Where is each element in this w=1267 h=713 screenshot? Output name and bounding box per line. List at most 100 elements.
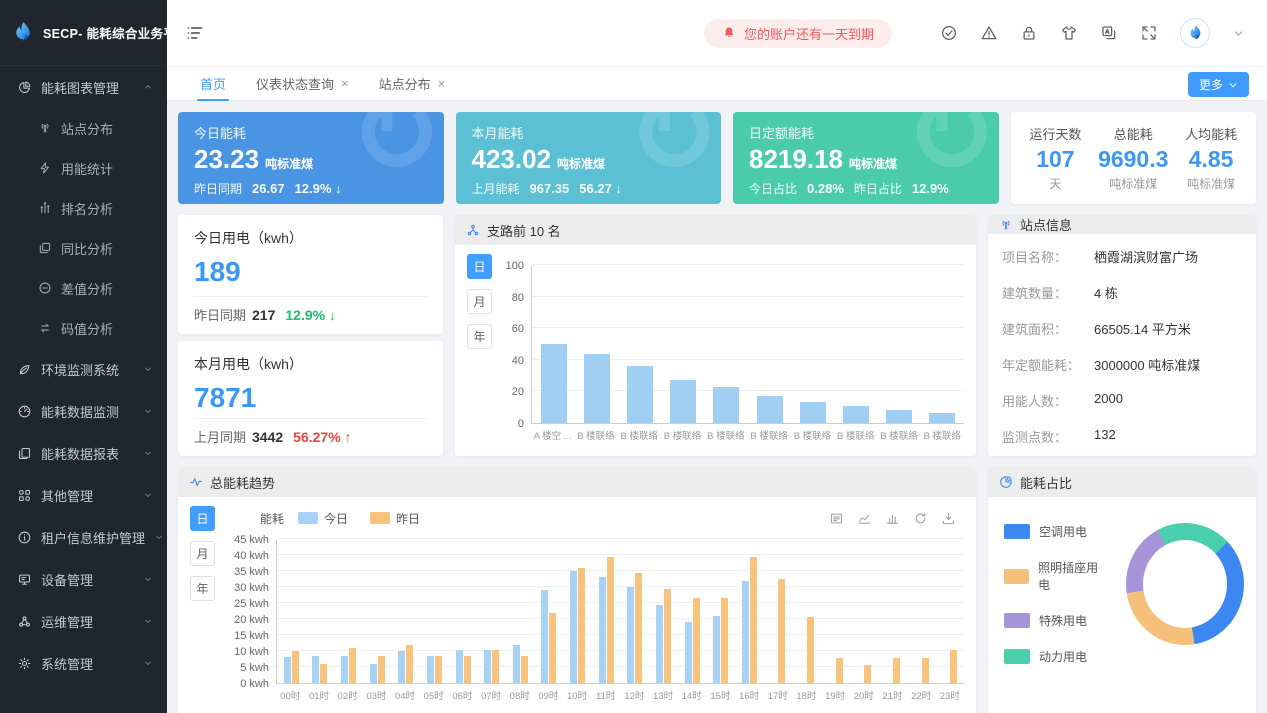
bar-group[interactable] [392,645,421,683]
branch-toggle-月[interactable]: 月 [467,289,492,314]
bar-group[interactable] [792,617,821,683]
chevron-down-icon[interactable] [1232,27,1245,40]
bar-group[interactable] [791,402,834,423]
divider [194,296,427,297]
bar-group[interactable] [662,380,705,423]
sidebar-item-ops-mgmt[interactable]: 运维管理 [0,600,167,642]
bar-group[interactable] [748,396,791,423]
tab-home[interactable]: 首页 [185,67,241,100]
bar-group[interactable] [705,387,748,423]
sidebar-item-tenant-info-mgmt[interactable]: 租户信息维护管理 [0,516,167,558]
sidebar-item-energy-report[interactable]: 能耗数据报表 [0,432,167,474]
bar-group[interactable] [277,651,306,683]
fullscreen-icon[interactable] [1140,24,1158,42]
branch-panel-body: 日月年 020406080100A 楼空 ...B 楼联络B 楼联络B 楼联络B… [455,245,976,456]
refresh-icon[interactable] [913,511,928,526]
legend-item-昨日[interactable]: 昨日 [370,510,420,527]
sidebar-item-system-mgmt[interactable]: 系统管理 [0,642,167,684]
legend-item-今日[interactable]: 今日 [298,510,348,527]
bar-group[interactable] [834,406,877,423]
sidebar-item-yoy-analysis[interactable]: 同比分析 [0,228,167,268]
account-expiry-warning[interactable]: 您的账户还有一天到期 [704,19,892,48]
bar-group[interactable] [678,598,707,683]
bar-group[interactable] [735,557,764,683]
pie-legend-item-3[interactable]: 特殊用电 [1004,612,1108,629]
bar-group[interactable] [449,650,478,683]
sidebar-item-diff-analysis[interactable]: 差值分析 [0,268,167,308]
menu-collapse-icon[interactable] [185,23,205,43]
translate-icon[interactable] [1100,24,1118,42]
sidebar-item-energy-stats[interactable]: 用能统计 [0,148,167,188]
trend-bar-昨日 [464,656,471,683]
pie-legend-item-2[interactable]: 照明插座用电 [1004,559,1108,593]
chevron-down-icon [143,404,153,419]
sidebar-item-env-monitor[interactable]: 环境监测系统 [0,348,167,390]
bar-group[interactable] [306,656,335,683]
tab-close-icon[interactable]: × [438,76,446,91]
data-view-icon[interactable] [829,511,844,526]
bar-group[interactable] [334,648,363,683]
bar-chart-icon[interactable] [885,511,900,526]
bar-group[interactable] [618,366,661,423]
branch-toggle-日[interactable]: 日 [467,254,492,279]
stat-card-row: ↻今日能耗23.23吨标准煤昨日同期26.6712.9% ↓↻本月能耗423.0… [178,112,1256,204]
summary-value: 107 [1017,146,1095,173]
tab-item-2[interactable]: 站点分布× [364,67,461,100]
bar-group[interactable] [621,573,650,683]
sidebar-item-energy-chart-mgmt[interactable]: 能耗图表管理 [0,66,167,108]
trend-bar-今日 [341,656,348,683]
power-usage-column: 今日用电（kwh）189昨日同期21712.9% ↓本月用电（kwh）7871上… [178,215,443,456]
bar-group[interactable] [506,645,535,683]
warning-triangle-icon[interactable] [980,24,998,42]
pie-legend-item-1[interactable]: 空调用电 [1004,523,1108,540]
trend-bar-今日 [284,657,291,683]
sidebar-item-other-mgmt[interactable]: 其他管理 [0,474,167,516]
bar-group[interactable] [363,656,392,683]
tab-close-icon[interactable]: × [341,76,349,91]
download-icon[interactable] [941,511,956,526]
tshirt-icon[interactable] [1060,24,1078,42]
sidebar-item-energy-data-monitor[interactable]: 能耗数据监测 [0,390,167,432]
sidebar-item-site-distribution[interactable]: 站点分布 [0,108,167,148]
theme-icon[interactable] [940,24,958,42]
stat-footer-segment: 12.9% ↓ [295,181,342,196]
trend-bar-昨日 [664,589,671,683]
tab-label: 首页 [200,74,226,93]
tab-item-1[interactable]: 仪表状态查询× [241,67,364,100]
bar-group[interactable] [907,658,936,683]
x-tick-label: A 楼空 ... [531,424,574,442]
line-chart-icon[interactable] [857,511,872,526]
bar-group[interactable] [477,650,506,683]
bar-group[interactable] [706,598,735,683]
bar-group[interactable] [878,410,921,423]
bar-group[interactable] [850,665,879,683]
antenna-icon [38,121,52,135]
bar-group[interactable] [649,589,678,683]
bar-group[interactable] [764,579,793,683]
trend-bar-昨日 [778,579,785,683]
chevron-up-icon [143,80,153,95]
x-tick-label: 13时 [649,684,678,702]
bar-group[interactable] [878,658,907,683]
sidebar-item-rank-analysis[interactable]: 排名分析 [0,188,167,228]
header-icon-group [940,24,1158,42]
bar-group[interactable] [535,590,564,683]
trend-toggle-月[interactable]: 月 [190,541,215,566]
pie-legend-item-4[interactable]: 动力用电 [1004,648,1108,665]
lock-icon[interactable] [1020,24,1038,42]
sidebar-item-device-mgmt[interactable]: 设备管理 [0,558,167,600]
bar-group[interactable] [921,413,964,423]
bar-group[interactable] [821,658,850,683]
bar-group[interactable] [563,568,592,683]
bar-group[interactable] [592,557,621,683]
trend-toggle-日[interactable]: 日 [190,506,215,531]
bar-group[interactable] [420,656,449,683]
avatar[interactable] [1180,18,1210,48]
bar-group[interactable] [935,650,964,683]
more-button[interactable]: 更多 [1188,72,1249,97]
bar-group[interactable] [575,354,618,423]
sidebar-item-code-analysis[interactable]: 码值分析 [0,308,167,348]
bar-group[interactable] [532,344,575,423]
branch-toggle-年[interactable]: 年 [467,324,492,349]
trend-toggle-年[interactable]: 年 [190,576,215,601]
